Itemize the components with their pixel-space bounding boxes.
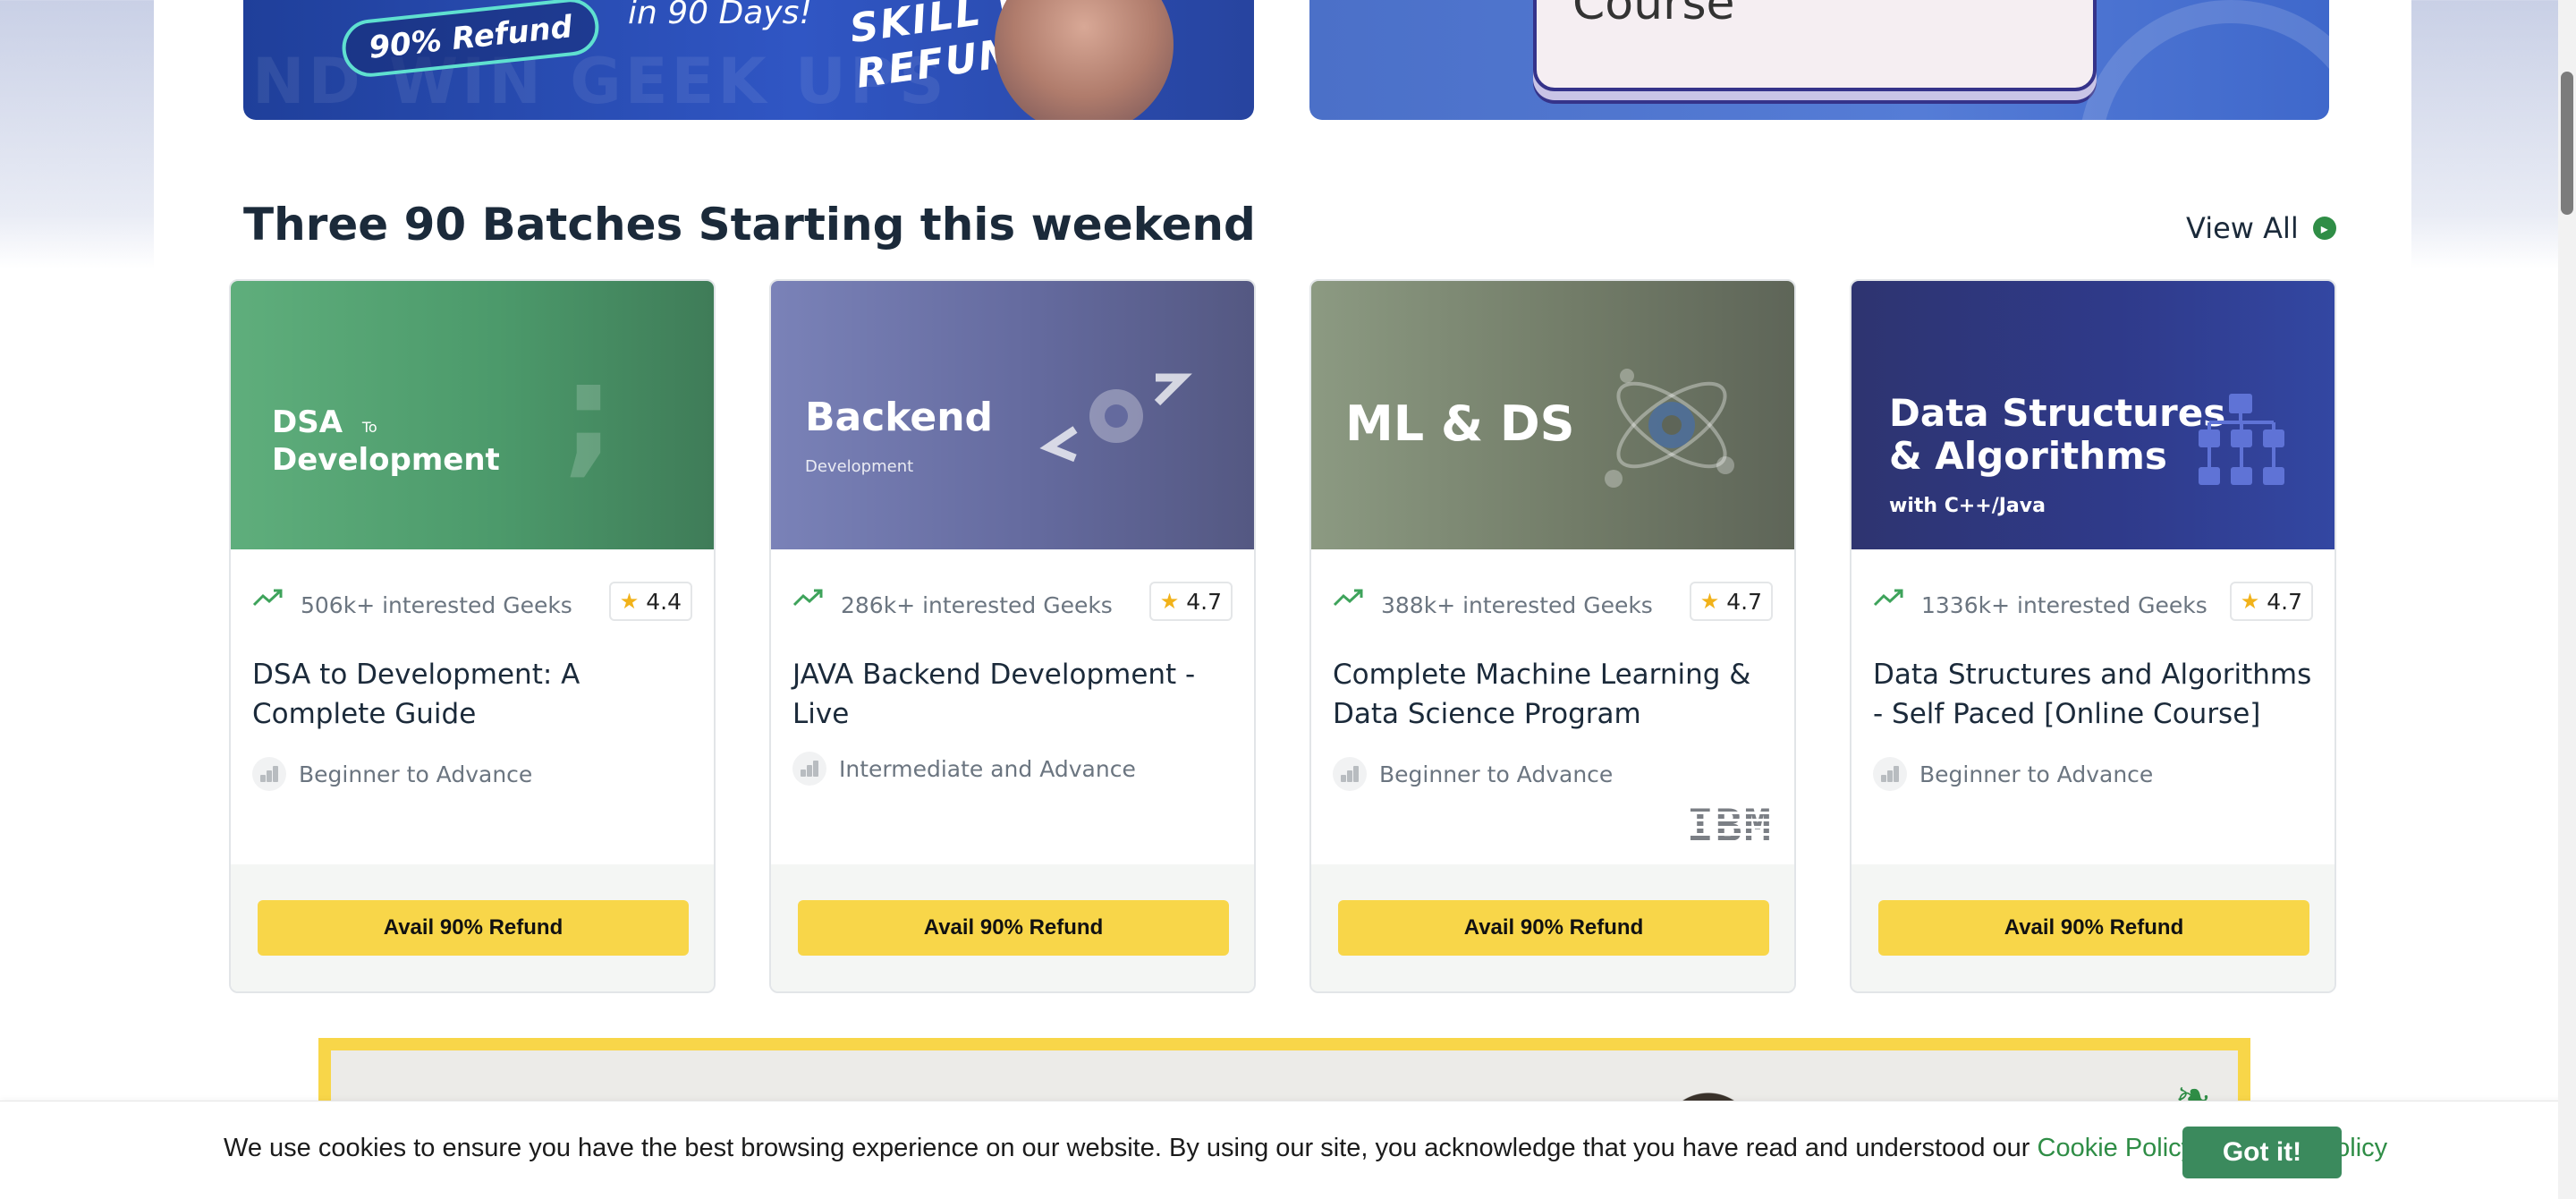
trending-up-icon: [1873, 589, 1903, 607]
avail-refund-button[interactable]: Avail 90% Refund: [258, 900, 689, 956]
hero-title: DSA To Development: [272, 406, 500, 476]
promo-banner-right[interactable]: Course: [1309, 0, 2329, 120]
avail-refund-button[interactable]: Avail 90% Refund: [1878, 900, 2309, 956]
trending-up-icon: [1333, 589, 1363, 607]
level-bars-icon: [1873, 757, 1907, 791]
code-gear-icon: [1039, 373, 1192, 463]
semicolon-icon: ;: [562, 335, 615, 490]
interest-count: 1336k+ interested Geeks: [1921, 592, 2207, 618]
card-hero: Backend Development: [771, 281, 1254, 549]
rating-badge: ★ 4.7: [1689, 582, 1773, 621]
rating-badge: ★ 4.4: [608, 582, 692, 621]
card-hero: ML & DS: [1311, 281, 1794, 549]
hierarchy-icon: [2199, 394, 2284, 485]
course-title[interactable]: JAVA Backend Development - Live: [792, 655, 1240, 734]
card-footer: Avail 90% Refund: [1311, 864, 1794, 991]
rating-value: 4.7: [1186, 588, 1222, 615]
avail-refund-button[interactable]: Avail 90% Refund: [1338, 900, 1769, 956]
course-card-dsa-development[interactable]: DSA To Development ; 506k+ interested Ge…: [229, 279, 716, 993]
hero-title-line1: DSA: [272, 404, 343, 440]
hero-subtitle: with C++/Java: [1889, 495, 2046, 517]
level-label: Intermediate and Advance: [839, 755, 1136, 782]
card-hero: DSA To Development ;: [231, 281, 714, 549]
star-icon: ★: [2240, 589, 2260, 614]
course-level: Beginner to Advance: [1333, 757, 1613, 791]
card-footer: Avail 90% Refund: [1852, 864, 2334, 991]
page-content: ND WIN GEEK UPS 90% Refund in 90 Days! S…: [154, 0, 2411, 1199]
view-all-link[interactable]: View All ▸: [2186, 211, 2336, 245]
hero-title-line1: Data Structures: [1889, 391, 2226, 435]
cookie-policy-link[interactable]: Cookie Policy: [2038, 1134, 2195, 1162]
scrollbar-thumb[interactable]: [2561, 72, 2573, 215]
star-icon: ★: [1699, 589, 1720, 614]
course-level: Intermediate and Advance: [792, 752, 1136, 786]
rating-value: 4.7: [2267, 588, 2302, 615]
rating-value: 4.7: [1726, 588, 1762, 615]
promo-banner-left[interactable]: ND WIN GEEK UPS 90% Refund in 90 Days! S…: [243, 0, 1254, 120]
star-icon: ★: [1159, 589, 1180, 614]
atom-gear-icon: [1605, 369, 1734, 488]
avail-refund-button[interactable]: Avail 90% Refund: [798, 900, 1229, 956]
hero-title: ML & DS: [1345, 395, 1575, 452]
course-card-java-backend[interactable]: Backend Development 286k+ interested Gee…: [769, 279, 1256, 993]
course-title[interactable]: DSA to Development: A Complete Guide: [252, 655, 699, 734]
level-bars-icon: [792, 752, 826, 786]
level-bars-icon: [1333, 757, 1367, 791]
hero-title: Backend Development: [805, 397, 993, 488]
hero-subtitle: Development: [805, 457, 914, 476]
level-bars-icon: [252, 757, 286, 791]
view-all-label: View All: [2186, 211, 2299, 245]
card-footer: Avail 90% Refund: [231, 864, 714, 991]
hero-title: Data Structures & Algorithms with C++/Ja…: [1889, 392, 2225, 528]
level-label: Beginner to Advance: [1379, 761, 1614, 787]
cookie-consent-bar: We use cookies to ensure you have the be…: [0, 1101, 2576, 1199]
course-title[interactable]: Complete Machine Learning & Data Science…: [1333, 655, 1780, 734]
level-label: Beginner to Advance: [299, 761, 533, 787]
cookie-accept-button[interactable]: Got it!: [2182, 1127, 2342, 1178]
section-title: Three 90 Batches Starting this weekend: [243, 199, 1256, 251]
card-meta: 506k+ interested Geeks ★ 4.4: [231, 549, 714, 657]
course-level: Beginner to Advance: [252, 757, 532, 791]
banner-course-card: Course: [1533, 0, 2097, 91]
chevron-right-icon: ▸: [2312, 217, 2336, 240]
rating-badge: ★ 4.7: [1148, 582, 1233, 621]
banner-days-text: in 90 Days!: [628, 0, 812, 31]
interest-count: 506k+ interested Geeks: [301, 592, 572, 618]
hero-title-line2: Development: [272, 442, 500, 478]
banner-decoration: [2079, 0, 2329, 120]
card-hero: Data Structures & Algorithms with C++/Ja…: [1852, 281, 2334, 549]
star-icon: ★: [619, 589, 640, 614]
hero-title-small: To: [361, 419, 377, 436]
card-footer: Avail 90% Refund: [771, 864, 1254, 991]
scrollbar[interactable]: [2558, 0, 2576, 1199]
course-title[interactable]: Data Structures and Algorithms - Self Pa…: [1873, 655, 2320, 734]
rating-value: 4.4: [646, 588, 682, 615]
course-level: Beginner to Advance: [1873, 757, 2153, 791]
hero-title-line1: Backend: [805, 395, 994, 440]
course-card-ml-ds[interactable]: ML & DS 388k+ interested Geeks ★ 4.7 Com…: [1309, 279, 1796, 993]
cookie-text: We use cookies to ensure you have the be…: [224, 1134, 2030, 1162]
card-meta: 388k+ interested Geeks ★ 4.7: [1311, 549, 1794, 657]
interest-count: 388k+ interested Geeks: [1381, 592, 1653, 618]
ibm-logo: IBM: [1686, 800, 1773, 852]
card-meta: 1336k+ interested Geeks ★ 4.7: [1852, 549, 2334, 657]
banner-course-text: Course: [1572, 0, 1735, 30]
cookie-message: We use cookies to ensure you have the be…: [224, 1134, 2387, 1163]
rating-badge: ★ 4.7: [2229, 582, 2313, 621]
trending-up-icon: [252, 589, 283, 607]
card-meta: 286k+ interested Geeks ★ 4.7: [771, 549, 1254, 657]
course-card-dsa-self-paced[interactable]: Data Structures & Algorithms with C++/Ja…: [1850, 279, 2336, 993]
interest-count: 286k+ interested Geeks: [841, 592, 1113, 618]
banner-person-image: [995, 0, 1174, 120]
trending-up-icon: [792, 589, 823, 607]
hero-title-line2: & Algorithms: [1889, 434, 2167, 478]
level-label: Beginner to Advance: [1919, 761, 2154, 787]
